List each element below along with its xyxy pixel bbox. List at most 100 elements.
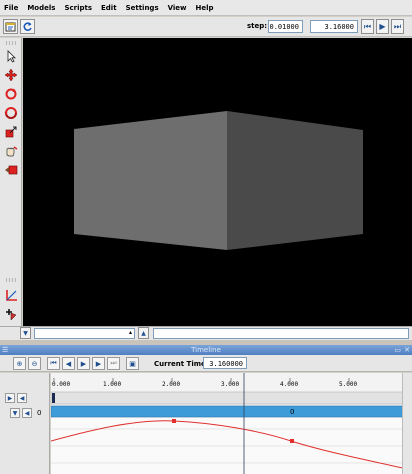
play-icon: ▶ xyxy=(379,22,386,31)
move-cross-icon xyxy=(4,68,18,82)
menu-bar: File Models Scripts Edit Settings View H… xyxy=(0,0,412,16)
start-marker[interactable] xyxy=(52,393,55,403)
play-button[interactable]: ▶ xyxy=(376,19,389,34)
zoom-in-icon: ⊕ xyxy=(16,359,23,368)
track-play-button[interactable]: ▶ xyxy=(5,393,15,403)
menu-edit[interactable]: Edit xyxy=(101,4,117,12)
ruler-tick-label: 2.000 xyxy=(162,381,180,388)
axis-tool[interactable] xyxy=(3,288,19,304)
track-bar[interactable] xyxy=(50,405,412,418)
time-input[interactable]: 3.16000 xyxy=(310,20,358,33)
last-frame-icon: ⏭ xyxy=(110,359,117,367)
track-mute-button[interactable]: ◀ xyxy=(22,408,32,418)
main-toolbar: step: 0.01000 3.16000 ⏮ ▶ ⏭ xyxy=(0,17,412,37)
keyframe-marker[interactable] xyxy=(290,439,294,443)
forward-icon: ⏭ xyxy=(393,21,402,31)
play-icon: ▶ xyxy=(7,394,13,402)
maximize-icon[interactable]: ▭ xyxy=(394,345,401,355)
keyframe-marker[interactable] xyxy=(172,419,176,423)
step-label: step: xyxy=(247,22,268,30)
ruler-tick-label: 5.000 xyxy=(339,381,357,388)
toolbar-grip[interactable] xyxy=(5,41,17,45)
forward-button[interactable]: ⏭ xyxy=(391,19,404,34)
current-time-input[interactable]: 3.160000 xyxy=(203,357,247,369)
chevron-down-icon: ▼ xyxy=(12,409,18,417)
close-icon[interactable]: ✕ xyxy=(404,345,410,355)
track-label: 0 xyxy=(37,409,42,417)
first-frame-icon: ⏮ xyxy=(50,359,57,367)
chevron-down-icon: ▼ xyxy=(23,329,28,337)
add-object-tool[interactable] xyxy=(3,306,19,322)
track-list: ▶ ◀ ▼ ◀ 0 xyxy=(0,373,50,474)
keyframe-icon: ▣ xyxy=(129,359,136,368)
orbit-tool[interactable] xyxy=(3,162,19,178)
refresh-button[interactable] xyxy=(20,19,35,34)
play-icon: ▶ xyxy=(80,359,87,368)
select-arrow-icon xyxy=(7,49,16,63)
zoom-in-button[interactable]: ⊕ xyxy=(13,357,26,370)
add-object-icon xyxy=(6,309,17,321)
object-combo[interactable]: ▴ xyxy=(34,328,135,339)
keyframe-button[interactable]: ▣ xyxy=(126,357,139,370)
next-frame-button[interactable]: ▶ xyxy=(92,357,105,370)
left-toolbar xyxy=(0,38,22,326)
box-right-face[interactable] xyxy=(227,111,363,250)
scale-icon xyxy=(5,126,17,138)
box-left-face[interactable] xyxy=(74,111,227,250)
speaker-icon: ◀ xyxy=(19,394,25,402)
new-scene-button[interactable] xyxy=(3,19,18,34)
menu-settings[interactable]: Settings xyxy=(126,4,159,12)
command-input[interactable] xyxy=(153,328,409,339)
camera-orbit-icon xyxy=(5,165,18,175)
timeline-toolbar: ⊕ ⊖ ⏮ ◀ ▶ ▶ ⏭ ▣ Current Time: 3.160000 xyxy=(0,355,412,372)
step-input[interactable]: 0.01000 xyxy=(268,20,303,33)
first-frame-button[interactable]: ⏮ xyxy=(47,357,60,370)
timeline-area[interactable]: 0.000 1.000 2.000 3.000 4.000 5.000 0 xyxy=(50,373,412,474)
hand-icon xyxy=(6,146,18,157)
collapse-button[interactable]: ▼ xyxy=(20,327,31,339)
timeline-scrollbar[interactable] xyxy=(402,373,412,474)
menu-scripts[interactable]: Scripts xyxy=(64,4,92,12)
select-tool[interactable] xyxy=(3,48,19,64)
rotate-tool[interactable] xyxy=(3,86,19,102)
menu-view[interactable]: View xyxy=(168,4,187,12)
timeline-titlebar: Timeline ☰ ▭ ✕ xyxy=(0,345,412,355)
toolbar-grip-lower[interactable] xyxy=(5,278,17,282)
prev-frame-icon: ◀ xyxy=(65,359,72,368)
menu-file[interactable]: File xyxy=(4,4,18,12)
move-tool[interactable] xyxy=(3,67,19,83)
track-expand-button[interactable]: ▼ xyxy=(10,408,20,418)
new-scene-icon xyxy=(5,22,16,32)
ruler-tick-label: 4.000 xyxy=(280,381,298,388)
play-timeline-button[interactable]: ▶ xyxy=(77,357,90,370)
menu-models[interactable]: Models xyxy=(27,4,55,12)
menu-help[interactable]: Help xyxy=(196,4,214,12)
track-bar-label: 0 xyxy=(290,408,294,416)
rotate-alt-icon xyxy=(4,107,17,119)
scale-tool[interactable] xyxy=(3,124,19,140)
rewind-icon: ⏮ xyxy=(363,21,372,31)
ruler-tick-label: 3.000 xyxy=(221,381,239,388)
panel-menu-icon[interactable]: ☰ xyxy=(2,345,8,355)
last-frame-button[interactable]: ⏭ xyxy=(107,357,120,370)
chevron-up-icon: ▲ xyxy=(141,329,146,337)
viewport-scene xyxy=(74,111,363,250)
rotate-axis-tool[interactable] xyxy=(3,105,19,121)
axis-icon xyxy=(6,290,17,301)
track-sound-button[interactable]: ◀ xyxy=(17,393,27,403)
prev-frame-button[interactable]: ◀ xyxy=(62,357,75,370)
refresh-icon xyxy=(23,22,32,31)
zoom-out-icon: ⊖ xyxy=(31,359,38,368)
rewind-button[interactable]: ⏮ xyxy=(361,19,374,34)
hand-tool[interactable] xyxy=(3,143,19,159)
combo-arrow-icon: ▴ xyxy=(128,329,132,336)
zoom-out-button[interactable]: ⊖ xyxy=(28,357,41,370)
timeline-title: Timeline xyxy=(191,346,221,354)
3d-viewport[interactable] xyxy=(23,38,412,326)
speaker-icon: ◀ xyxy=(24,409,30,417)
next-frame-icon: ▶ xyxy=(95,359,102,368)
timeline-canvas: 0.000 1.000 2.000 3.000 4.000 5.000 0 xyxy=(50,373,412,474)
viewport-status-bar: ▼ ▴ ▲ xyxy=(0,326,412,340)
ruler-tick-label: 1.000 xyxy=(103,381,121,388)
expand-button[interactable]: ▲ xyxy=(138,327,149,339)
